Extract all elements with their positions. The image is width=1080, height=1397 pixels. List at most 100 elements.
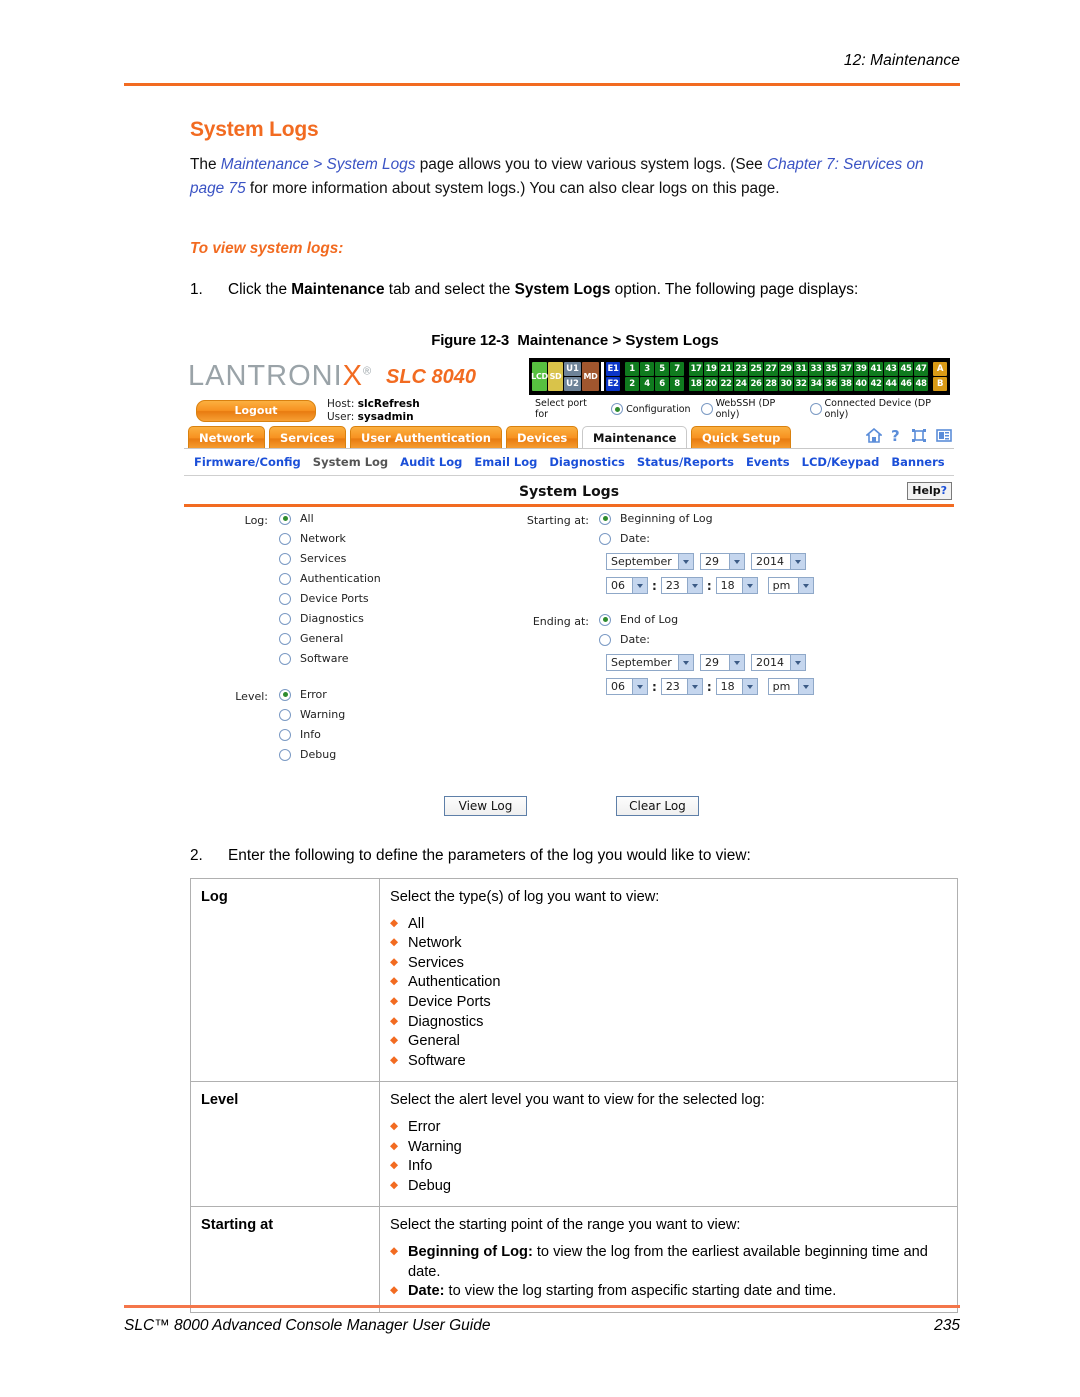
ending-end-of-log-option[interactable]: End of Log bbox=[599, 613, 678, 626]
clear-log-button[interactable]: Clear Log bbox=[616, 796, 699, 816]
starting-meridiem-select[interactable]: pm bbox=[767, 577, 814, 594]
radio-log-network[interactable] bbox=[279, 532, 291, 545]
radio-end-of-log[interactable] bbox=[599, 613, 611, 626]
port-23[interactable]: 23 bbox=[734, 362, 748, 376]
starting-minute-select[interactable]: 23 bbox=[660, 577, 703, 594]
port-1[interactable]: 1 bbox=[625, 362, 639, 376]
port-17[interactable]: 17 bbox=[689, 362, 703, 376]
log-option-all[interactable]: All bbox=[279, 512, 314, 525]
port-37[interactable]: 37 bbox=[839, 362, 853, 376]
port-46[interactable]: 46 bbox=[899, 377, 913, 391]
tab-quick-setup[interactable]: Quick Setup bbox=[691, 426, 792, 449]
level-option-warning[interactable]: Warning bbox=[279, 708, 345, 721]
radio-level-warning[interactable] bbox=[279, 708, 291, 721]
port-42[interactable]: 42 bbox=[869, 377, 883, 391]
ending-second-select[interactable]: 18 bbox=[715, 678, 758, 695]
subnav-diagnostics[interactable]: Diagnostics bbox=[549, 455, 625, 469]
help-icon[interactable]: ? bbox=[891, 428, 902, 443]
port-41[interactable]: 41 bbox=[869, 362, 883, 376]
view-log-button[interactable]: View Log bbox=[444, 796, 527, 816]
port-44[interactable]: 44 bbox=[884, 377, 898, 391]
log-option-services[interactable]: Services bbox=[279, 552, 346, 565]
port-u2[interactable]: U2 bbox=[564, 377, 581, 391]
radio-beginning-of-log[interactable] bbox=[599, 512, 611, 525]
port-21[interactable]: 21 bbox=[719, 362, 733, 376]
port-18[interactable]: 18 bbox=[689, 377, 703, 391]
radio-level-debug[interactable] bbox=[279, 748, 291, 761]
radio-ending-date[interactable] bbox=[599, 633, 611, 646]
port-24[interactable]: 24 bbox=[734, 377, 748, 391]
subnav-email-log[interactable]: Email Log bbox=[474, 455, 537, 469]
radio-level-info[interactable] bbox=[279, 728, 291, 741]
port-47[interactable]: 47 bbox=[914, 362, 928, 376]
subnav-system-log[interactable]: System Log bbox=[313, 455, 388, 469]
radio-starting-date[interactable] bbox=[599, 532, 611, 545]
port-4[interactable]: 4 bbox=[640, 377, 654, 391]
ending-meridiem-select[interactable]: pm bbox=[767, 678, 814, 695]
radio-log-software[interactable] bbox=[279, 652, 291, 665]
port-29[interactable]: 29 bbox=[779, 362, 793, 376]
port-sd[interactable]: SD bbox=[548, 362, 563, 391]
radio-log-diagnostics[interactable] bbox=[279, 612, 291, 625]
ending-day-select[interactable]: 29 bbox=[700, 654, 745, 671]
radio-connected-device[interactable] bbox=[809, 403, 822, 415]
radio-configuration[interactable] bbox=[611, 403, 624, 415]
port-md[interactable]: MD bbox=[582, 362, 599, 391]
port-bank-a[interactable]: A bbox=[933, 362, 947, 376]
port-26[interactable]: 26 bbox=[749, 377, 763, 391]
port-2[interactable]: 2 bbox=[625, 377, 639, 391]
port-20[interactable]: 20 bbox=[704, 377, 718, 391]
port-30[interactable]: 30 bbox=[779, 377, 793, 391]
ending-date-option[interactable]: Date: bbox=[599, 633, 650, 646]
select-port-option-connected-device[interactable]: Connected Device (DP only) bbox=[809, 398, 954, 420]
log-option-general[interactable]: General bbox=[279, 632, 343, 645]
home-icon[interactable] bbox=[866, 428, 882, 443]
logout-button[interactable]: Logout bbox=[196, 400, 316, 422]
subnav-status-reports[interactable]: Status/Reports bbox=[637, 455, 734, 469]
port-36[interactable]: 36 bbox=[824, 377, 838, 391]
ending-month-select[interactable]: September bbox=[606, 654, 694, 671]
tab-services[interactable]: Services bbox=[269, 426, 346, 449]
starting-date-option[interactable]: Date: bbox=[599, 532, 650, 545]
select-port-option-configuration[interactable]: Configuration bbox=[611, 403, 691, 415]
log-option-device-ports[interactable]: Device Ports bbox=[279, 592, 369, 605]
help-button[interactable]: Help? bbox=[907, 482, 952, 500]
subnav-lcd-keypad[interactable]: LCD/Keypad bbox=[802, 455, 880, 469]
log-option-network[interactable]: Network bbox=[279, 532, 346, 545]
starting-month-select[interactable]: September bbox=[606, 553, 694, 570]
port-35[interactable]: 35 bbox=[824, 362, 838, 376]
starting-day-select[interactable]: 29 bbox=[700, 553, 745, 570]
tab-user-authentication[interactable]: User Authentication bbox=[350, 426, 502, 449]
subnav-events[interactable]: Events bbox=[746, 455, 790, 469]
port-6[interactable]: 6 bbox=[655, 377, 669, 391]
radio-log-authentication[interactable] bbox=[279, 572, 291, 585]
log-option-authentication[interactable]: Authentication bbox=[279, 572, 381, 585]
starting-beginning-of-log-option[interactable]: Beginning of Log bbox=[599, 512, 713, 525]
port-33[interactable]: 33 bbox=[809, 362, 823, 376]
port-u1[interactable]: U1 bbox=[564, 362, 581, 376]
radio-log-services[interactable] bbox=[279, 552, 291, 565]
starting-hour-select[interactable]: 06 bbox=[606, 577, 648, 594]
ending-minute-select[interactable]: 23 bbox=[660, 678, 703, 695]
port-lcd[interactable]: LCD bbox=[531, 362, 548, 391]
tab-maintenance[interactable]: Maintenance bbox=[582, 426, 688, 449]
port-5[interactable]: 5 bbox=[655, 362, 669, 376]
port-22[interactable]: 22 bbox=[719, 377, 733, 391]
port-25[interactable]: 25 bbox=[749, 362, 763, 376]
expand-icon[interactable] bbox=[911, 428, 927, 443]
port-40[interactable]: 40 bbox=[854, 377, 868, 391]
port-28[interactable]: 28 bbox=[764, 377, 778, 391]
panel-icon[interactable] bbox=[936, 428, 952, 443]
port-bank-b[interactable]: B bbox=[933, 377, 947, 391]
port-39[interactable]: 39 bbox=[854, 362, 868, 376]
radio-log-general[interactable] bbox=[279, 632, 291, 645]
starting-year-select[interactable]: 2014 bbox=[751, 553, 806, 570]
port-7[interactable]: 7 bbox=[670, 362, 684, 376]
port-34[interactable]: 34 bbox=[809, 377, 823, 391]
starting-second-select[interactable]: 18 bbox=[715, 577, 758, 594]
port-map[interactable]: LCD SD U1 U2 MD E1 1 3 5 7 17 19 21 23 25 27 29 31 33… bbox=[529, 358, 950, 395]
radio-log-device-ports[interactable] bbox=[279, 592, 291, 605]
level-option-error[interactable]: Error bbox=[279, 688, 327, 701]
ending-year-select[interactable]: 2014 bbox=[751, 654, 806, 671]
select-port-option-webssh[interactable]: WebSSH (DP only) bbox=[700, 398, 800, 420]
